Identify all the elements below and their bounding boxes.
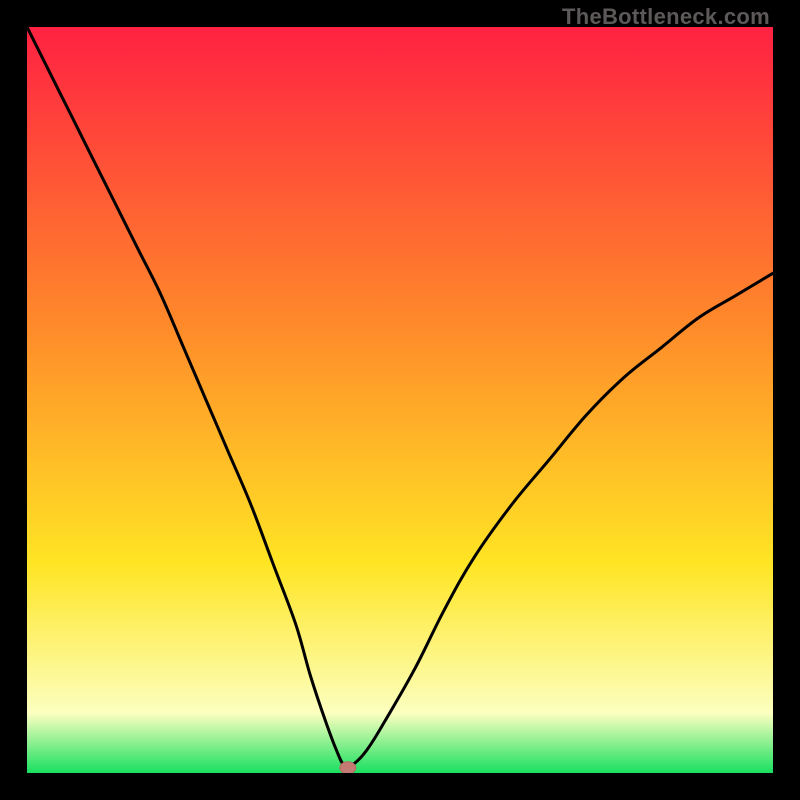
plot-area bbox=[27, 27, 773, 773]
gradient-background bbox=[27, 27, 773, 773]
chart-frame: TheBottleneck.com bbox=[0, 0, 800, 800]
minimum-marker bbox=[340, 762, 356, 773]
chart-svg bbox=[27, 27, 773, 773]
